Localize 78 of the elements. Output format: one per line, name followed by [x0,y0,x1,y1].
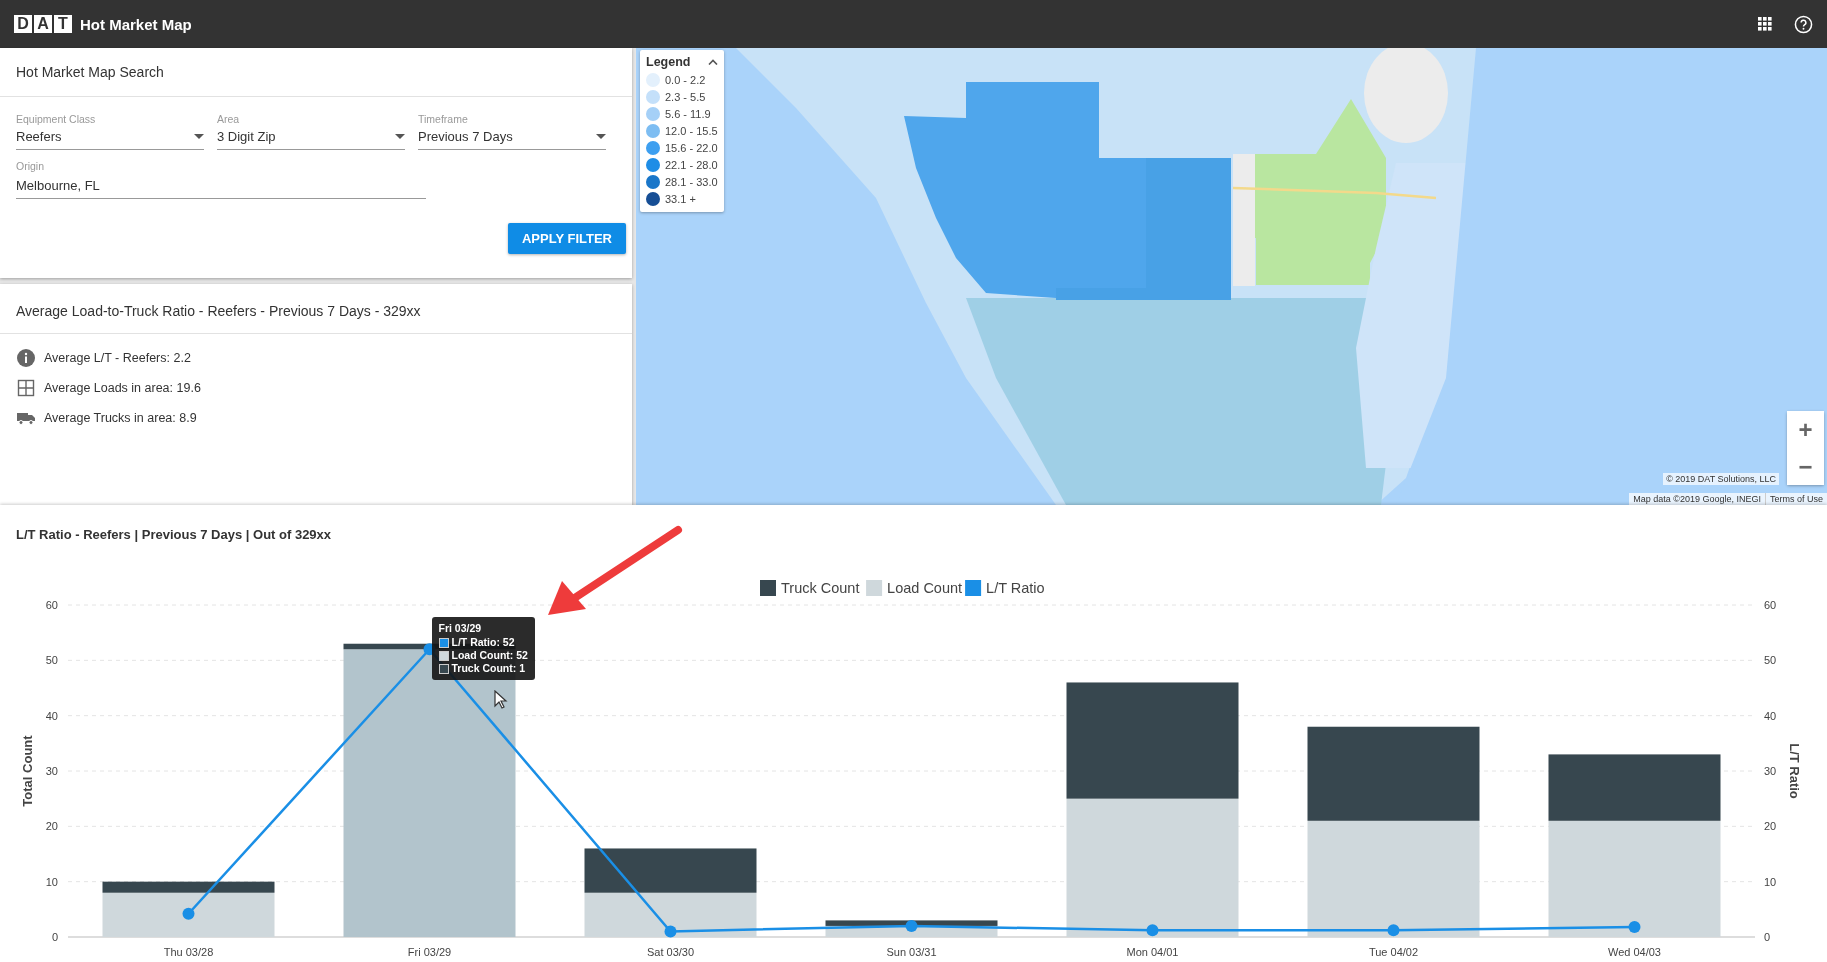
axis-tick-label: 20 [1764,820,1777,833]
legend-swatch [866,580,883,596]
chevron-icon[interactable] [708,59,718,65]
axis-tick-label: 30 [1764,765,1777,777]
caret-icon [395,134,405,139]
field-label: Area [217,113,241,125]
legend-label: Truck Count [781,580,860,596]
legend-label: 5.6 - 11.9 [665,108,711,120]
axis-tick-label: 50 [45,654,58,667]
data-point [664,925,677,938]
cursor-icon [494,690,508,710]
axis-tick-label: Sun 03/31 [886,946,937,958]
legend-label: L/T Ratio [986,580,1045,596]
apps-grid-icon[interactable] [1758,17,1772,31]
axis-tick-label: 40 [1764,709,1777,722]
logo: D A T [14,15,72,33]
field-label: Equipment Class [16,113,97,125]
chart-title: L/T Ratio - Reefers | Previous 7 Days | Out of 329xx [15,526,332,544]
axis-tick-label: 0 [51,931,58,943]
stat-text: Average Trucks in area: 8.9 [44,411,197,425]
legend-label: 33.1 + [665,193,696,205]
data-point [1146,924,1159,937]
legend-label: 0.0 - 2.2 [665,74,706,86]
stat-text: Average L/T - Reefers: 2.2 [44,351,191,365]
input-field[interactable]: Melbourne, FL [16,176,426,199]
card-title: Average Load-to-Truck Ratio - Reefers - Previous 7 Days - 329xx [16,302,421,319]
zoom-out-button[interactable]: − [1787,448,1824,485]
caret-icon [194,134,204,139]
axis-tick-label: Wed 04/03 [1608,946,1661,958]
axis-tick-label: 0 [1764,931,1771,943]
caret-icon [596,134,606,139]
data-point [905,919,918,932]
field-label: Timeframe [418,113,469,125]
axis-tick-label: Mon 04/01 [1126,946,1179,958]
help-icon[interactable] [1794,14,1813,34]
axis-tick-label: Fri 03/29 [407,946,452,958]
data-point [1628,921,1641,934]
data-point [1387,924,1400,937]
attribution-text: Map data ©2019 Google, INEGI [1632,493,1762,505]
info-icon [16,348,36,368]
legend-label: 15.6 - 22.0 [665,142,718,154]
tooltip-text: L/T Ratio: 52 [451,636,515,649]
axis-tick-label: 20 [45,820,58,833]
legend-title: Legend [646,55,691,69]
apply-filter-button[interactable]: APPLY FILTER [507,223,626,254]
legend-label: 12.0 - 15.5 [665,125,718,137]
legend-label: Load Count [887,580,963,596]
axis-tick-label: Sat 03/30 [646,946,695,958]
grid-icon [16,378,36,398]
zoom-in-button[interactable]: + [1787,411,1824,448]
axis-tick-label: 10 [1764,875,1777,888]
tooltip-text: Load Count: 52 [451,649,528,662]
app-title: Hot Market Map [80,15,192,33]
copyright-text: © 2019 DAT Solutions, LLC [1663,473,1779,485]
select-field[interactable]: Previous 7 Days [418,129,606,150]
axis-tick-label: Thu 03/28 [163,946,214,958]
axis-tick-label: 30 [45,765,58,777]
axis-tick-label: 10 [45,875,58,888]
select-field[interactable]: 3 Digit Zip [217,129,405,150]
stat-text: Average Loads in area: 19.6 [44,381,201,395]
field-label: Origin [16,160,45,172]
legend-swatch [760,580,776,596]
legend-label: 2.3 - 5.5 [665,91,706,103]
axis-title: Total Count [20,735,35,807]
axis-tick-label: Tue 04/02 [1368,946,1419,958]
tooltip-title: Fri 03/29 [438,622,483,635]
tooltip-text: Truck Count: 1 [451,662,525,675]
data-point [182,907,195,920]
axis-title: L/T Ratio [1787,743,1802,799]
select-field[interactable]: Reefers [16,129,204,150]
axis-tick-label: 40 [45,709,58,722]
axis-tick-label: 60 [1764,599,1777,611]
legend-swatch [965,580,982,596]
legend-label: 28.1 - 33.0 [665,176,718,188]
axis-tick-label: 50 [1764,654,1777,667]
card-title: Hot Market Map Search [16,64,164,80]
axis-tick-label: 60 [45,599,58,611]
legend-label: 22.1 - 28.0 [665,159,718,171]
